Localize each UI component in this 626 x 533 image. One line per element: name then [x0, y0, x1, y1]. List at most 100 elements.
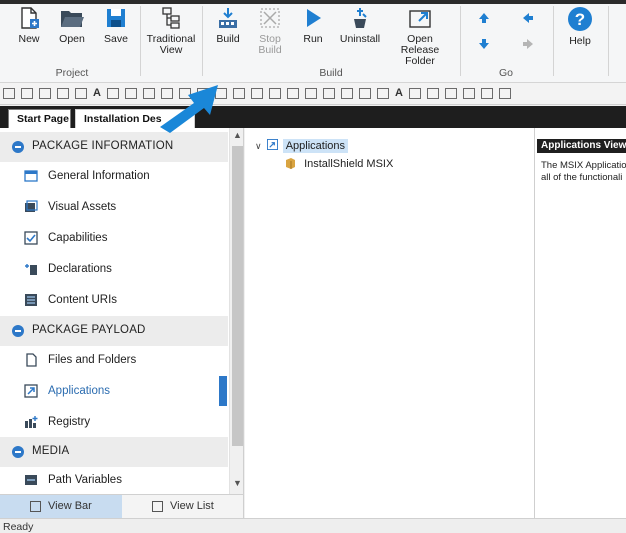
tool-icon[interactable]: [286, 88, 299, 99]
tool-icon[interactable]: [57, 88, 69, 99]
save-button[interactable]: Save: [98, 6, 134, 62]
annotation-arrow-icon: [160, 85, 218, 133]
arrow-up-icon[interactable]: [478, 12, 490, 24]
tool-icon[interactable]: [358, 88, 371, 99]
tree-node-installshield-msix[interactable]: InstallShield MSIX: [285, 157, 393, 170]
svg-text:?: ?: [575, 10, 585, 29]
run-button[interactable]: Run: [297, 6, 329, 62]
ribbon: New Open Save Project Traditional View B…: [0, 0, 626, 83]
scroll-up-icon[interactable]: ▲: [233, 130, 242, 140]
open-release-folder-button[interactable]: Open Release Folder: [388, 6, 452, 67]
checkbox-tool-icon[interactable]: [21, 88, 33, 99]
view-list-label: View List: [170, 500, 214, 512]
sidebar-item-label: Files and Folders: [48, 354, 137, 366]
sidebar-item-general-information[interactable]: General Information: [0, 162, 228, 192]
stop-build-button[interactable]: Stop Build: [252, 6, 288, 62]
tool-icon[interactable]: [106, 88, 119, 99]
status-text: Ready: [3, 521, 34, 533]
tool-icon[interactable]: [250, 88, 263, 99]
help-button[interactable]: ? Help: [560, 6, 600, 62]
pointer-tool-icon[interactable]: [3, 88, 15, 99]
sidebar-item-label: Registry: [48, 416, 91, 428]
tool-icon[interactable]: [304, 88, 317, 99]
open-button-label: Open: [59, 33, 85, 45]
path-variables-icon: [25, 475, 37, 485]
view-bar-icon: [30, 501, 41, 512]
build-icon: [219, 8, 237, 28]
section-media[interactable]: MEDIA: [0, 437, 228, 467]
section-label: PACKAGE PAYLOAD: [32, 324, 146, 336]
tool-icon[interactable]: [322, 88, 335, 99]
folder-open-icon: [61, 11, 84, 27]
align-icon[interactable]: [480, 88, 493, 99]
tool-icon[interactable]: [75, 88, 87, 99]
build-button[interactable]: Build: [210, 6, 246, 62]
collapse-icon[interactable]: [12, 141, 24, 153]
tool-icon[interactable]: [340, 88, 353, 99]
section-package-payload[interactable]: PACKAGE PAYLOAD: [0, 316, 228, 346]
sidebar-scrollbar[interactable]: ▲ ▼: [229, 128, 243, 494]
tree-node-applications[interactable]: ∨ Applications: [255, 139, 349, 155]
arrow-right-icon[interactable]: [522, 38, 534, 50]
sidebar-item-label: Capabilities: [48, 232, 108, 244]
collapse-icon[interactable]: [12, 325, 24, 337]
tree-node-label: InstallShield MSIX: [304, 158, 394, 170]
new-button-label: New: [18, 33, 40, 45]
sidebar-item-registry[interactable]: Registry: [0, 408, 228, 438]
sidebar-item-applications[interactable]: Applications: [0, 377, 228, 407]
save-button-label: Save: [104, 33, 128, 45]
arrow-left-icon[interactable]: [522, 12, 534, 24]
arrow-down-icon[interactable]: [478, 38, 490, 50]
view-list-button[interactable]: View List: [122, 495, 243, 518]
section-label: PACKAGE INFORMATION: [32, 140, 174, 152]
new-file-icon: [21, 7, 39, 29]
help-pane: Applications View The MSIX Applicatio al…: [535, 128, 626, 518]
sidebar-item-declarations[interactable]: Declarations: [0, 255, 228, 285]
view-bar-button[interactable]: View Bar: [0, 495, 122, 518]
tool-icon[interactable]: [124, 88, 137, 99]
content-uri-icon: [25, 294, 37, 306]
sidebar-item-path-variables[interactable]: Path Variables: [0, 466, 228, 494]
registry-icon: [25, 416, 38, 428]
scroll-down-icon[interactable]: ▼: [233, 478, 242, 488]
run-play-icon: [307, 9, 321, 27]
align-bottom-icon[interactable]: [462, 88, 475, 99]
new-button[interactable]: New: [10, 6, 48, 62]
group-go-label: Go: [498, 67, 513, 79]
scrollbar-thumb[interactable]: [232, 146, 243, 446]
collapse-icon[interactable]: [12, 446, 24, 458]
sidebar-item-files-and-folders[interactable]: Files and Folders: [0, 346, 228, 376]
font-color-icon[interactable]: A: [395, 87, 403, 99]
tab-start-page[interactable]: Start Page: [8, 109, 71, 128]
align-top-icon[interactable]: [444, 88, 457, 99]
title-strip: [0, 0, 626, 4]
traditional-view-label: Traditional View: [146, 33, 196, 56]
tool-icon[interactable]: [232, 88, 245, 99]
file-icon: [26, 353, 37, 367]
traditional-view-button[interactable]: Traditional View: [144, 6, 198, 62]
tool-icon[interactable]: [376, 88, 389, 99]
align-icon[interactable]: [426, 88, 439, 99]
applications-tree: ∨ Applications InstallShield MSIX: [245, 128, 535, 518]
status-bar: Ready: [0, 518, 626, 533]
images-icon: [25, 200, 38, 212]
uninstall-button[interactable]: Uninstall: [336, 6, 384, 62]
sidebar-item-label: Visual Assets: [48, 201, 117, 213]
text-tool-icon[interactable]: A: [93, 87, 101, 99]
sidebar-item-visual-assets[interactable]: Visual Assets: [0, 193, 228, 223]
expand-chevron-icon[interactable]: ∨: [255, 141, 262, 151]
stop-build-label: Stop Build: [258, 33, 282, 56]
build-button-label: Build: [216, 33, 240, 45]
window-icon: [24, 170, 38, 182]
align-icon[interactable]: [498, 88, 511, 99]
tool-icon[interactable]: [268, 88, 281, 99]
view-switcher: View Bar View List: [0, 494, 244, 518]
tool-icon[interactable]: [39, 88, 51, 99]
align-left-icon[interactable]: [408, 88, 421, 99]
group-separator: [460, 6, 461, 76]
open-button[interactable]: Open: [54, 6, 90, 62]
help-button-label: Help: [569, 35, 591, 47]
sidebar-item-capabilities[interactable]: Capabilities: [0, 224, 228, 254]
sidebar-item-content-uris[interactable]: Content URIs: [0, 286, 228, 316]
group-separator: [553, 6, 554, 76]
